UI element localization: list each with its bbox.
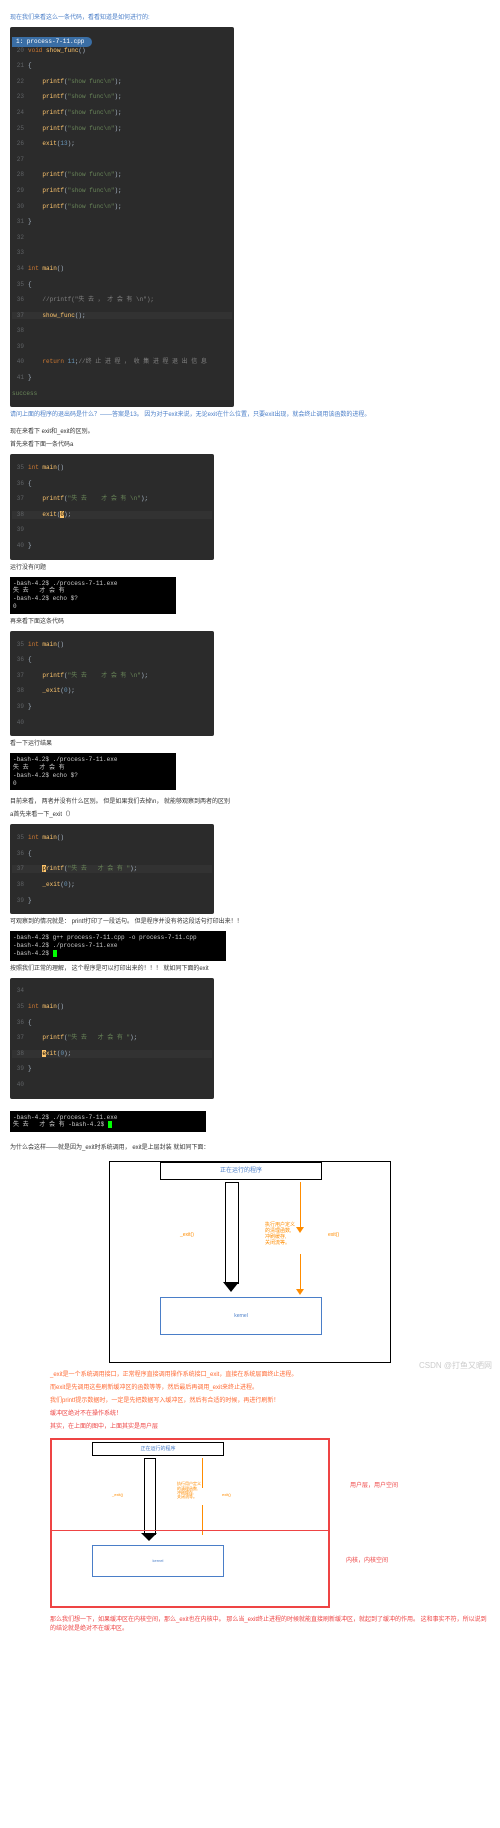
question-1: 请问上面的程序的退出码是什么？——答案是13。 因为对于exit来说，无论exi…	[10, 411, 490, 420]
para-10: 为什么会这样——就是因为_exit时系统调用， exit是上层封装 就如同下面：	[10, 1144, 490, 1153]
code-block-5: 34 35int main() 36{ 37 printf("失 去 才 会 有…	[10, 978, 214, 1099]
terminal-4: -bash-4.2$ ./process-7-11.exe 失 去 才 会 有 …	[10, 1111, 206, 1133]
terminal-2: -bash-4.2$ ./process-7-11.exe 失 去 才 会 有 …	[10, 753, 176, 790]
intro-text: 现在我们来看这么一条代码，看看知道是如何进行的:	[10, 14, 490, 23]
watermark: CSDN @打鱼又晒网	[419, 1360, 492, 1371]
para-1: 现在来看下 exit和_exit的区别。	[10, 428, 490, 437]
para-6: 目前来看， 两者并没有什么区别。 但是如果我们去掉\n， 就能够观察到两者的区别	[10, 798, 490, 807]
terminal-1: -bash-4.2$ ./process-7-11.exe 失 去 才 会 有 …	[10, 577, 176, 614]
bullet-2: 而exit是先调用这些刷新缓冲区的函数等等，然后最后再调用_exit来终止进程。	[50, 1384, 490, 1393]
para-4: 再来看下面这条代码	[10, 618, 490, 627]
code-block-3: 35int main() 36{ 37 printf("失 去 才 会 有 \n…	[10, 631, 214, 736]
diagram-layers: 正在运行的程序 _exit() exit() 执行用户定义 的清理函数, 冲刷缓…	[50, 1438, 330, 1608]
bullet-3: 我们printf提示数据时，一定是先把数据写入缓冲区，然后有合适的时候，再进行刷…	[50, 1397, 490, 1406]
diagram-exit: 正在运行的程序 _exit() exit() 执行用户定义 的清理函数, 冲刷缓…	[109, 1161, 391, 1363]
para-3: 运行没有问题	[10, 564, 490, 573]
code-block-4: 35int main() 36{ 37 printf("失 去 才 会 有 ")…	[10, 824, 214, 914]
para-8: 可观察到的情况就是： printf打印了一段话句。 但是程序并没有将这段话句打印…	[10, 918, 490, 927]
code-block-1: 1: process-7-11.cpp 20void show_func() 2…	[10, 27, 234, 407]
para-7: a首先来看一下_exit（）	[10, 811, 490, 820]
file-tab: 1: process-7-11.cpp	[12, 37, 92, 47]
code-block-2: 35int main() 36{ 37 printf("失 去 才 会 有 \n…	[10, 454, 214, 559]
para-2: 首先来看下面一条代码a	[10, 441, 490, 450]
para-5: 看一下运行结果	[10, 740, 490, 749]
bullet-5: 其实，在上面的图中，上面其实是用户层	[50, 1423, 490, 1432]
bullet-1: _exit是一个系统调用接口，正常程序直接调用操作系统接口_exit，直接在系统…	[50, 1371, 490, 1380]
bullet-4: 缓冲区绝对不在操作系统！	[50, 1410, 490, 1419]
terminal-3: -bash-4.2$ g++ process-7-11.cpp -o proce…	[10, 931, 226, 960]
para-9: 按照我们正常的理解， 这个程序是可以打印出来的！！！ 就如同下面的exit	[10, 965, 490, 974]
final-text: 那么我们想一下，如果缓冲区在内核空间，那么_exit也在内核中。 那么当_exi…	[50, 1616, 490, 1634]
